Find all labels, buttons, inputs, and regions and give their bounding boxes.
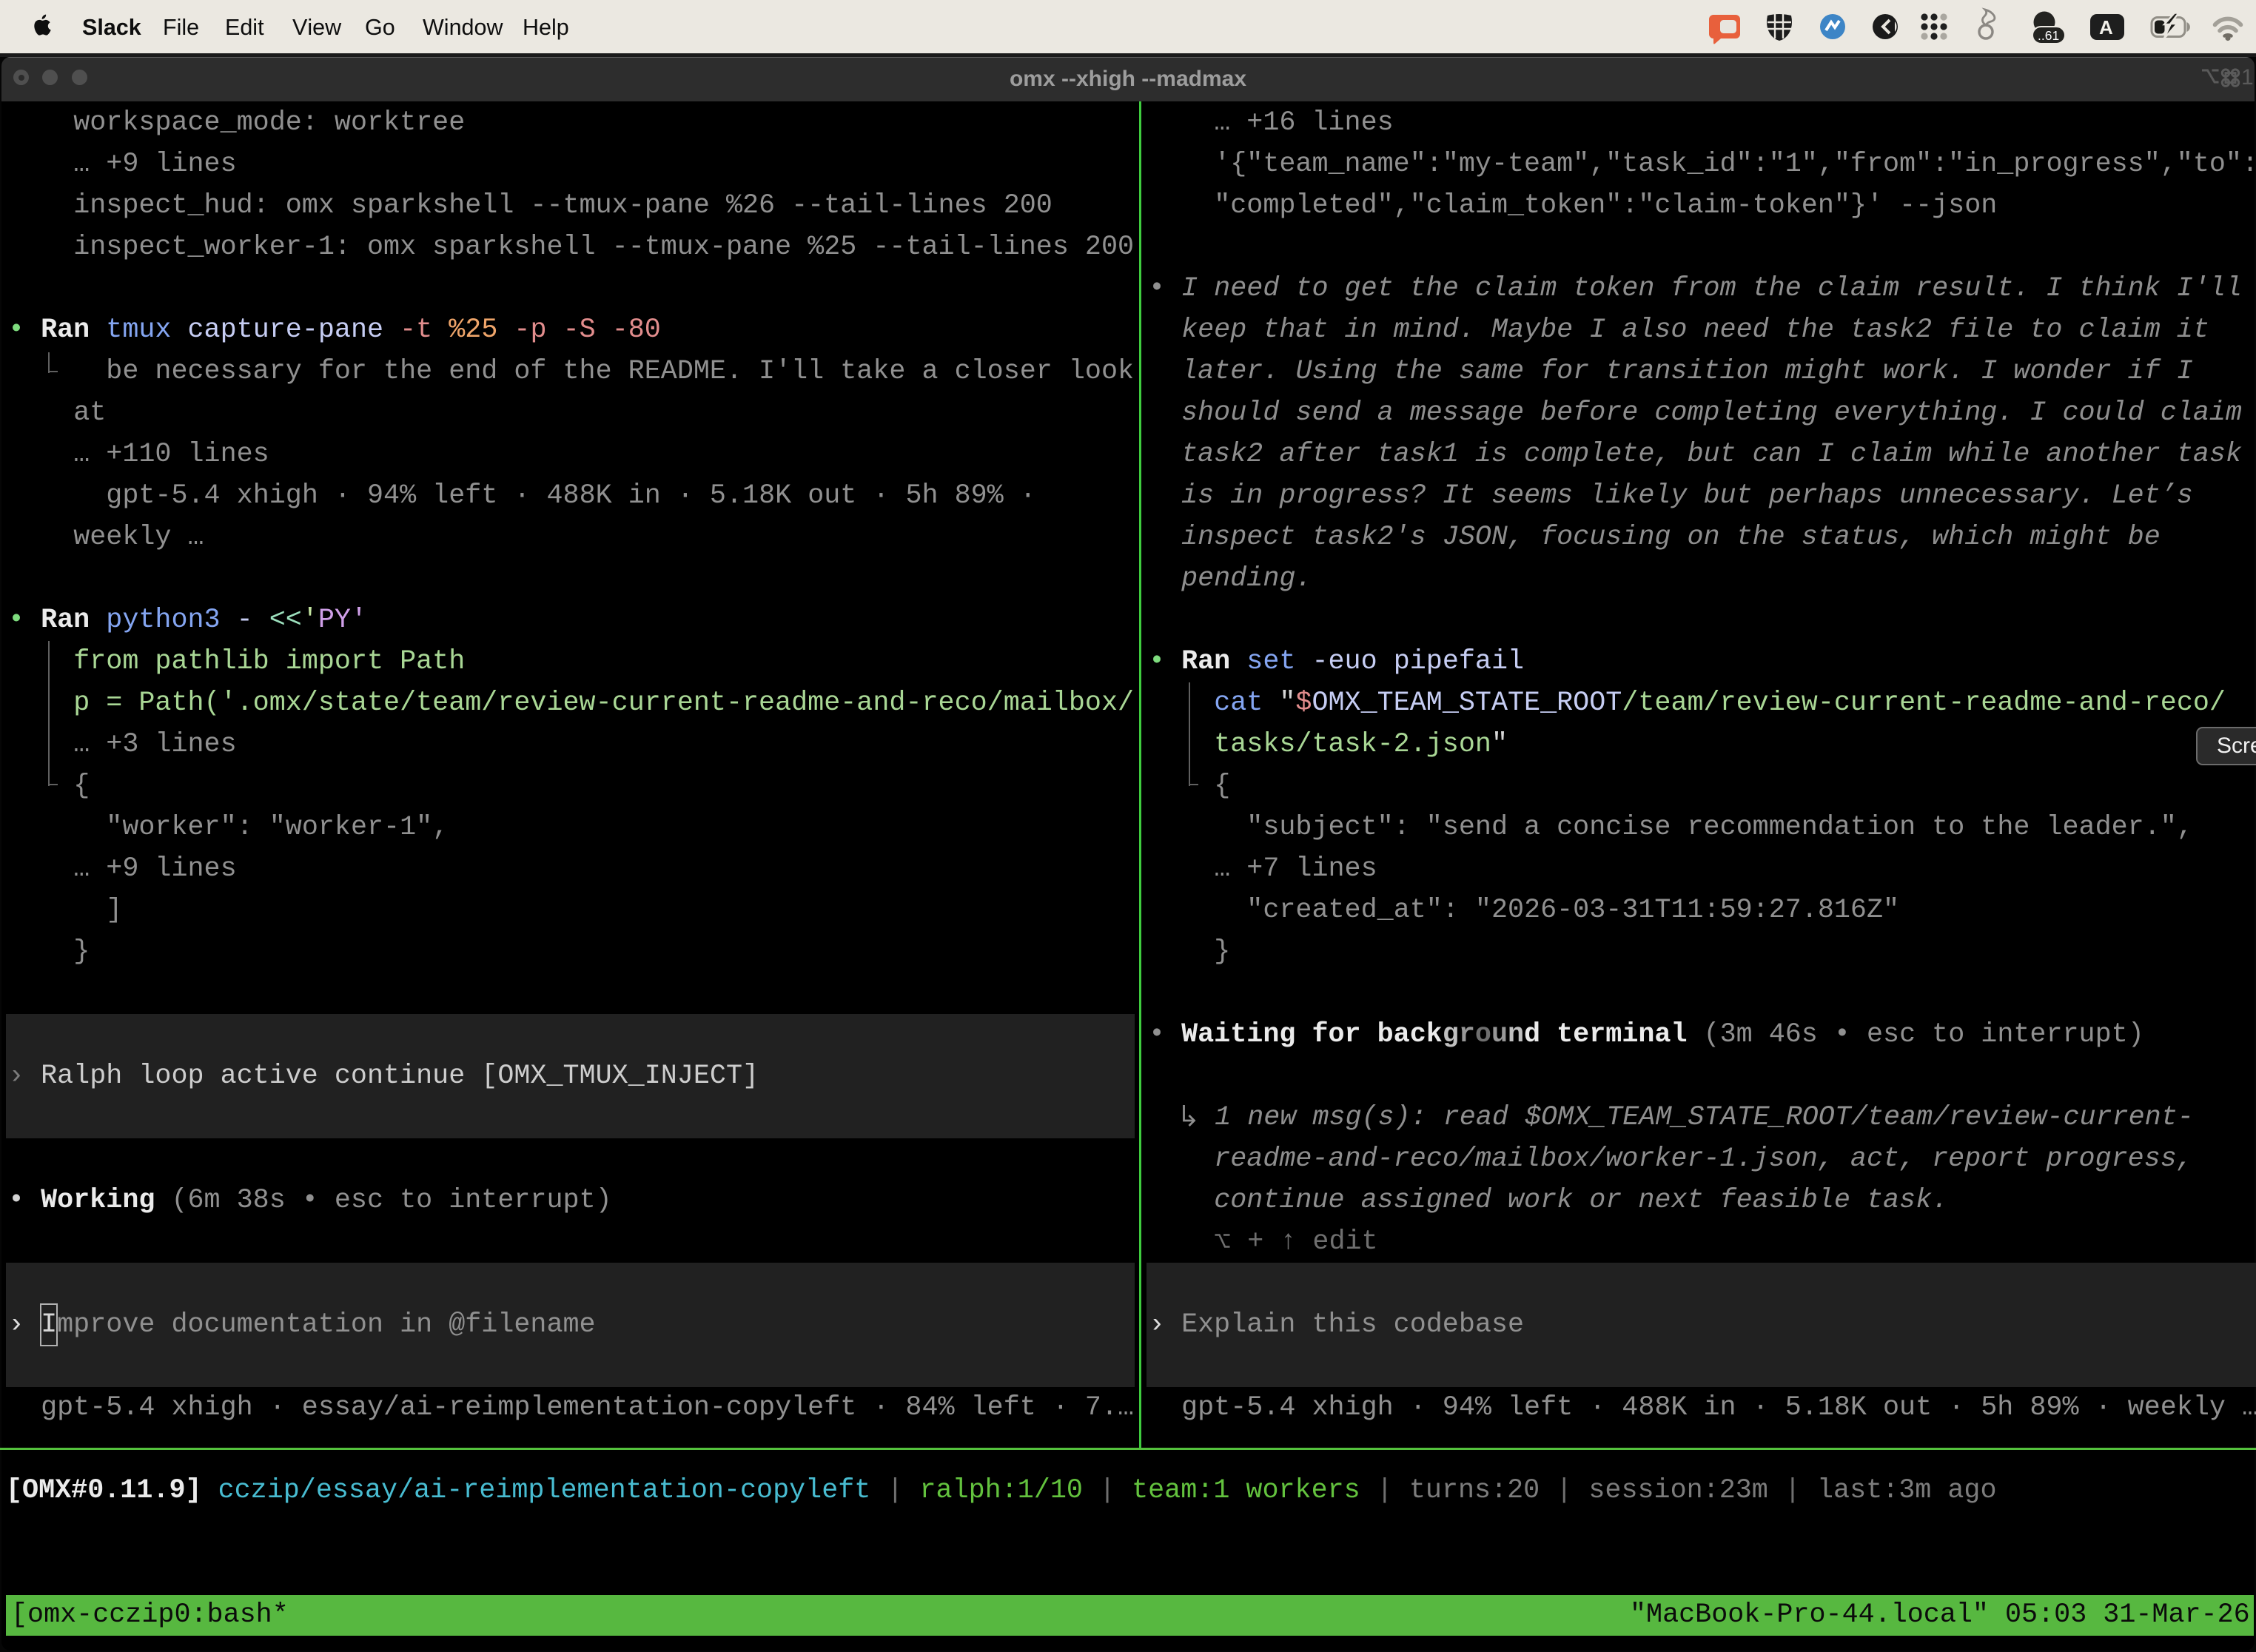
svg-text:1: 1: [2241, 65, 2254, 90]
svg-text:A: A: [2099, 16, 2113, 38]
svg-text:..61: ..61: [2038, 28, 2059, 43]
